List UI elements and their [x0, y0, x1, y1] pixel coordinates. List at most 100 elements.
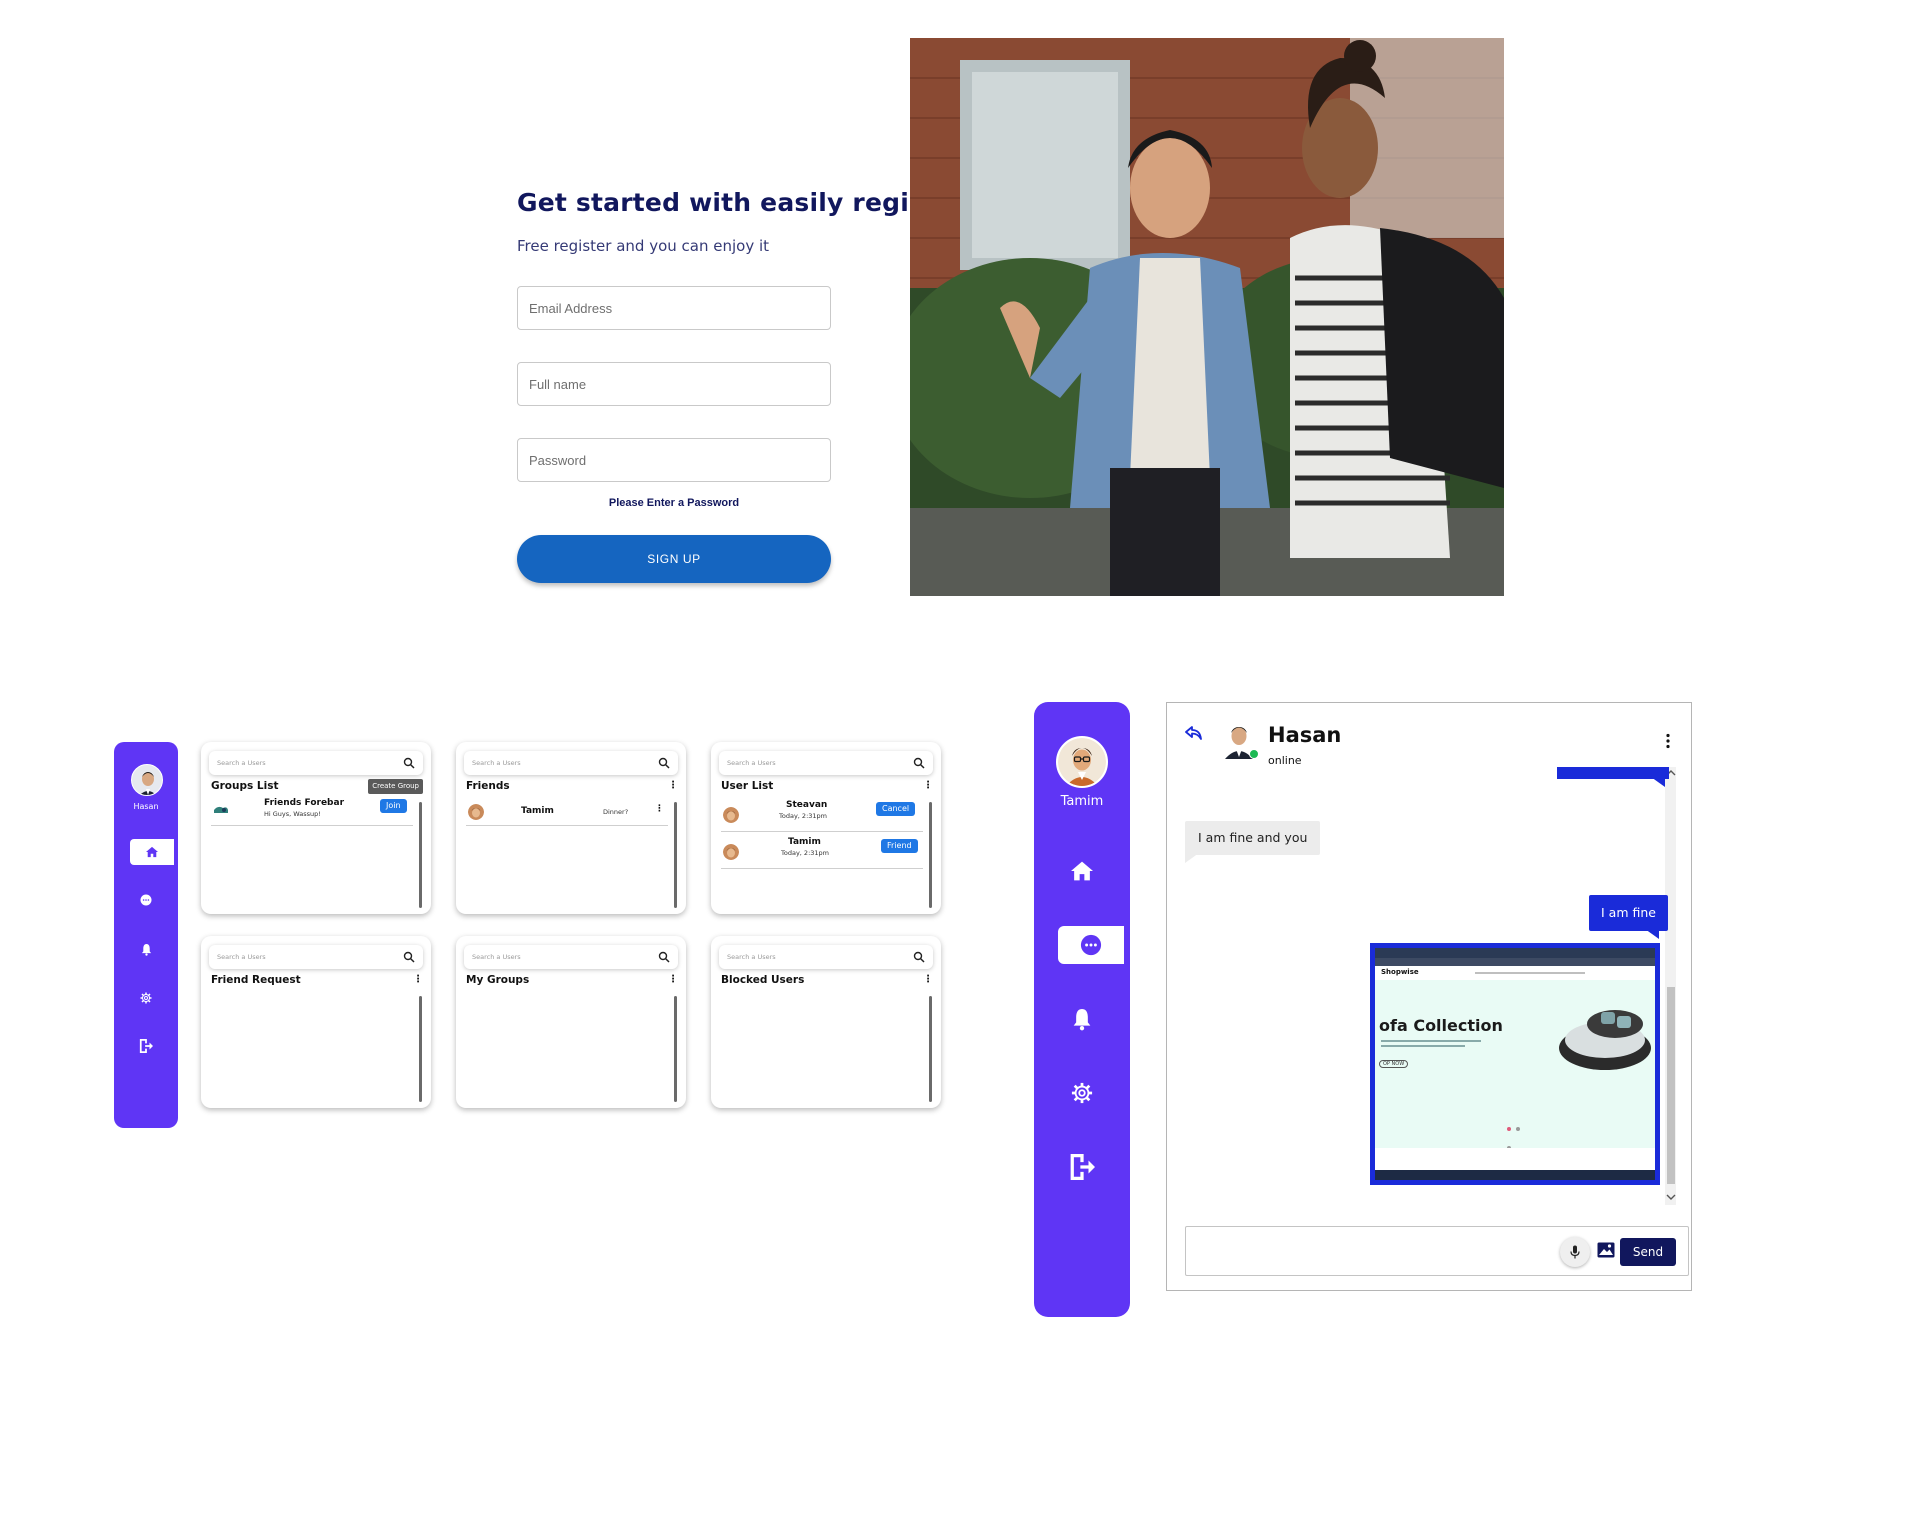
scrollbar[interactable]: [674, 996, 677, 1102]
image-message[interactable]: Shopwise ofa Collection OP NOW: [1370, 943, 1660, 1185]
user-name: Tamim: [788, 837, 821, 847]
online-indicator: [1249, 749, 1259, 759]
search-input[interactable]: [215, 754, 385, 772]
friend-button[interactable]: Friend: [881, 839, 918, 853]
bell-icon: [1073, 1009, 1091, 1031]
shop-features-bar: [1375, 1148, 1655, 1170]
sidebar-username: Tamim: [1060, 794, 1104, 809]
search-icon[interactable]: [913, 951, 925, 963]
search-input[interactable]: [470, 754, 640, 772]
home-icon: [1071, 861, 1093, 881]
sidebar-item-logout[interactable]: [114, 1033, 178, 1059]
search-input[interactable]: [725, 754, 895, 772]
message-input[interactable]: [1194, 1233, 1554, 1269]
chat-contact-status: online: [1268, 754, 1302, 767]
sidebar-item-settings[interactable]: [1034, 1074, 1130, 1112]
full-name-field[interactable]: [517, 362, 831, 406]
sidebar-item-chat[interactable]: [114, 887, 178, 913]
sidebar-item-settings[interactable]: [114, 985, 178, 1011]
more-icon[interactable]: ⋮: [923, 975, 933, 985]
search-box: [719, 751, 933, 775]
message-bubble-outgoing: I am fine: [1589, 895, 1668, 931]
search-input[interactable]: [725, 948, 895, 966]
sign-up-button[interactable]: SIGN UP: [517, 535, 831, 583]
search-icon[interactable]: [403, 757, 415, 769]
back-arrow-icon[interactable]: [1185, 725, 1203, 741]
search-icon[interactable]: [658, 757, 670, 769]
friend-name: Tamim: [521, 806, 554, 816]
user-list-card: User List ⋮ Steavan Today, 2:31pm Cancel…: [711, 742, 941, 914]
os-taskbar: [1375, 1170, 1655, 1180]
user-name: Steavan: [786, 800, 828, 810]
more-icon[interactable]: ⋮: [655, 804, 664, 814]
chat-contact-name: Hasan: [1268, 723, 1342, 747]
shop-copy-line: [1381, 1045, 1465, 1047]
image-upload-button[interactable]: [1596, 1240, 1616, 1260]
password-field[interactable]: [517, 438, 831, 482]
friends-card: Friends ⋮ Tamim Dinner? ⋮: [456, 742, 686, 914]
send-button[interactable]: Send: [1620, 1238, 1676, 1266]
create-group-button[interactable]: Create Group: [368, 779, 423, 794]
sofa-image: [1559, 1010, 1651, 1070]
sidebar-item-notifications[interactable]: [114, 936, 178, 962]
sidebar-item-home[interactable]: [1034, 852, 1130, 890]
scroll-down-icon[interactable]: [1666, 1193, 1676, 1201]
bubble-tail: [1651, 777, 1665, 787]
search-box: [719, 945, 933, 969]
scrollbar[interactable]: [929, 996, 932, 1102]
my-groups-card: My Groups ⋮: [456, 936, 686, 1108]
friend-avatar-image: [468, 804, 484, 820]
main-sidebar: Tamim: [1034, 702, 1130, 1317]
group-avatar: [213, 801, 229, 817]
message-composer: Send: [1185, 1226, 1689, 1276]
cancel-request-button[interactable]: Cancel: [876, 802, 916, 816]
shop-brand: Shopwise: [1381, 968, 1419, 976]
sidebar-item-chat[interactable]: [1058, 926, 1124, 964]
search-icon[interactable]: [913, 757, 925, 769]
search-input[interactable]: [470, 948, 640, 966]
search-icon[interactable]: [403, 951, 415, 963]
avatar: [723, 844, 739, 860]
carousel-dots: [1507, 1116, 1525, 1150]
user-avatar-image: [723, 844, 739, 860]
scrollbar[interactable]: [929, 802, 932, 908]
email-field[interactable]: [517, 286, 831, 330]
scrollbar[interactable]: [419, 802, 422, 908]
friend-request-card: Friend Request ⋮: [201, 936, 431, 1108]
avatar[interactable]: [131, 764, 163, 796]
more-icon[interactable]: ⋮: [668, 781, 678, 791]
more-icon[interactable]: ⋮: [923, 781, 933, 791]
chat-icon: [140, 894, 152, 906]
search-input[interactable]: [215, 948, 385, 966]
friend-last-message: Dinner?: [603, 808, 629, 816]
more-icon[interactable]: ⋮: [413, 975, 423, 985]
shop-copy-line: [1381, 1040, 1481, 1042]
join-button[interactable]: Join: [380, 799, 407, 813]
list-item: Tamim Dinner? ⋮: [466, 802, 668, 826]
group-image: [213, 801, 229, 817]
more-icon[interactable]: ⋮: [668, 975, 678, 985]
user-time: Today, 2:31pm: [781, 849, 829, 857]
groups-list-card: Groups List Create Group Friends Forebar…: [201, 742, 431, 914]
card-title: User List: [721, 780, 774, 792]
password-error: Please Enter a Password: [608, 497, 740, 509]
scrollbar-thumb[interactable]: [1667, 987, 1675, 1184]
scrollbar[interactable]: [674, 802, 677, 908]
blocked-users-card: Blocked Users ⋮: [711, 936, 941, 1108]
voice-record-button[interactable]: [1560, 1237, 1590, 1267]
card-title: Friend Request: [211, 974, 301, 986]
card-title: Blocked Users: [721, 974, 805, 986]
bubble-tail: [1645, 929, 1659, 939]
sidebar-item-notifications[interactable]: [1034, 1000, 1130, 1038]
avatar[interactable]: [1056, 736, 1108, 788]
search-box: [209, 751, 423, 775]
scrollbar[interactable]: [419, 996, 422, 1102]
search-icon[interactable]: [658, 951, 670, 963]
bubble-tail: [1185, 853, 1199, 863]
card-title: Friends: [466, 780, 510, 792]
avatar: [723, 807, 739, 823]
sidebar-item-logout[interactable]: [1034, 1148, 1130, 1186]
logout-icon: [139, 1039, 153, 1053]
sidebar-item-home[interactable]: [130, 839, 174, 865]
more-icon[interactable]: [1665, 733, 1671, 749]
